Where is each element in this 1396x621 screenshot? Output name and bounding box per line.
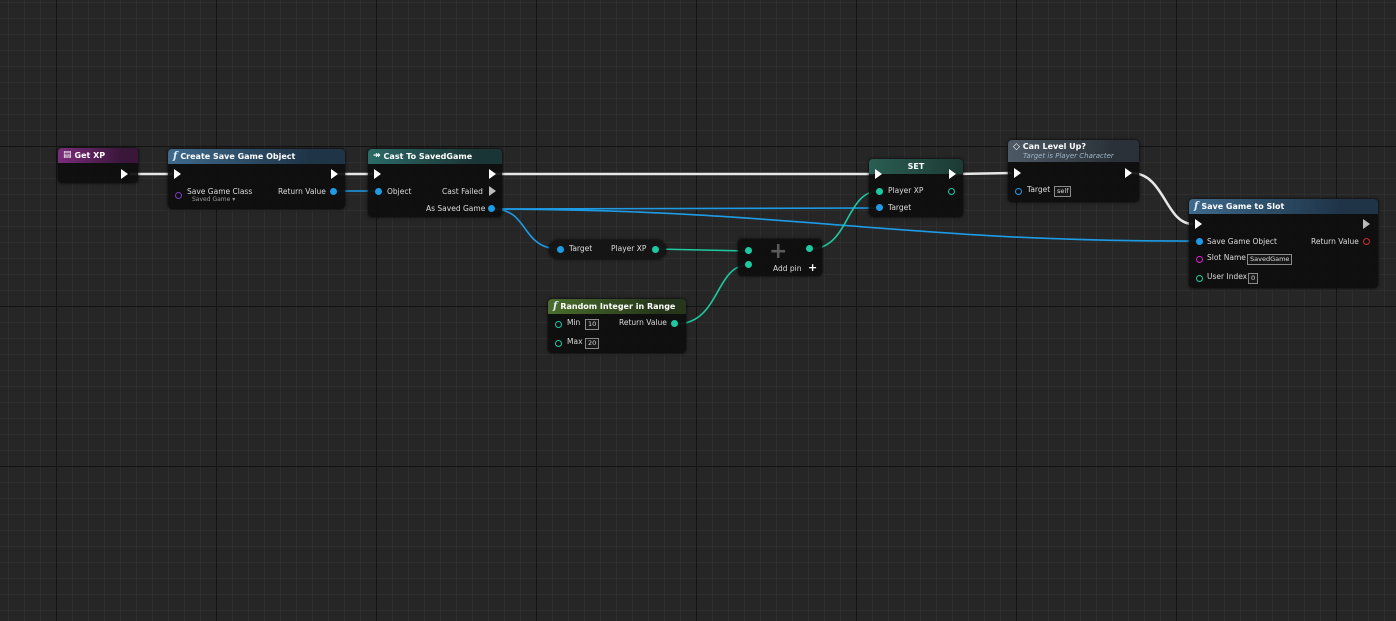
set-player-xp-node[interactable]: SET Player XP Target: [869, 159, 963, 217]
exec-out-pin[interactable]: [121, 169, 128, 179]
save-game-to-slot-node[interactable]: f Save Game to Slot Save Game Object Ret…: [1189, 199, 1378, 288]
min-input[interactable]: 10: [585, 319, 600, 330]
node-header: f Random Integer in Range: [548, 299, 686, 314]
add-pin-icon[interactable]: +: [808, 261, 817, 274]
exec-out-pin[interactable]: [1125, 168, 1132, 178]
object-wire: [492, 208, 1199, 242]
min-pin[interactable]: [555, 321, 562, 328]
function-icon: f: [1194, 201, 1199, 212]
cast-failed-pin[interactable]: [489, 186, 496, 196]
node-title: Save Game to Slot: [1201, 202, 1285, 211]
target-pin[interactable]: [876, 204, 883, 211]
node-subtitle: Target is Player Character: [1023, 152, 1114, 160]
exec-wire: [1130, 171, 1194, 226]
exec-in-pin[interactable]: [1195, 219, 1202, 229]
integer-wire: [675, 264, 749, 325]
return-value-pin[interactable]: [330, 188, 337, 195]
diamond-icon: ◇: [1013, 142, 1020, 152]
result-pin[interactable]: [806, 245, 813, 252]
cast-failed-label: Cast Failed: [442, 187, 483, 196]
target-label: Target: [569, 244, 593, 253]
create-save-game-object-node[interactable]: f Create Save Game Object Save Game Clas…: [168, 149, 345, 209]
target-input[interactable]: self: [1054, 186, 1072, 197]
exec-in-pin[interactable]: [1014, 168, 1021, 178]
max-label: Max: [567, 337, 583, 346]
function-icon: f: [173, 151, 178, 162]
integer-wire: [655, 248, 749, 252]
user-index-label: User Index: [1207, 272, 1248, 281]
b-pin[interactable]: [745, 261, 752, 268]
player-xp-out-pin[interactable]: [948, 188, 955, 195]
exec-in-pin[interactable]: [374, 169, 381, 179]
get-xp-node[interactable]: ▤ Get XP: [58, 148, 138, 183]
exec-wire: [955, 171, 1013, 176]
node-header: f Create Save Game Object: [168, 149, 345, 164]
user-index-input[interactable]: 0: [1248, 273, 1259, 284]
node-header: f Save Game to Slot: [1189, 199, 1378, 214]
node-header: ◇ Can Level Up? Target is Player Charact…: [1008, 140, 1139, 162]
slot-name-label: Slot Name: [1207, 253, 1246, 262]
return-value-label: Return Value: [619, 318, 667, 327]
save-game-object-pin[interactable]: [1196, 238, 1203, 245]
return-value-label: Return Value: [278, 187, 326, 196]
save-game-class-label: Save Game Class: [187, 187, 253, 196]
node-title: Can Level Up?: [1022, 142, 1087, 151]
player-xp-pin[interactable]: [876, 188, 883, 195]
node-header: ▤ Get XP: [58, 148, 138, 163]
user-index-pin[interactable]: [1196, 275, 1203, 282]
add-symbol: +: [769, 239, 788, 264]
cast-icon: ↠: [373, 151, 381, 161]
save-game-object-label: Save Game Object: [1207, 237, 1277, 246]
object-label: Object: [387, 187, 412, 196]
as-saved-game-label: As Saved Game: [426, 204, 486, 213]
player-xp-label: Player XP: [611, 244, 647, 253]
class-dropdown[interactable]: Saved Game ▾: [192, 196, 235, 203]
return-value-label: Return Value: [1311, 237, 1359, 246]
exec-out-pin[interactable]: [1363, 219, 1370, 229]
player-xp-getter-node[interactable]: Target Player XP: [549, 240, 666, 259]
save-game-class-pin[interactable]: [175, 192, 182, 199]
node-title: Create Save Game Object: [180, 152, 296, 161]
player-xp-pin[interactable]: [652, 246, 659, 253]
target-pin[interactable]: [1015, 188, 1022, 195]
event-icon: ▤: [63, 150, 72, 160]
max-pin[interactable]: [555, 340, 562, 347]
exec-out-pin[interactable]: [331, 169, 338, 179]
min-label: Min: [567, 318, 581, 327]
player-xp-label: Player XP: [888, 186, 924, 195]
wire-layer: [130, 171, 1199, 325]
target-pin[interactable]: [557, 246, 564, 253]
function-icon: f: [553, 301, 558, 312]
exec-in-pin[interactable]: [875, 169, 882, 179]
exec-out-pin[interactable]: [949, 169, 956, 179]
cast-to-savedgame-node[interactable]: ↠ Cast To SavedGame Object Cast Failed A…: [368, 149, 502, 217]
target-label: Target: [888, 203, 912, 212]
slot-name-pin[interactable]: [1196, 256, 1203, 263]
node-title: Get XP: [74, 151, 106, 160]
random-integer-node[interactable]: f Random Integer in Range Min 10 Return …: [548, 299, 686, 353]
a-pin[interactable]: [745, 247, 752, 254]
exec-in-pin[interactable]: [174, 169, 181, 179]
can-level-up-node[interactable]: ◇ Can Level Up? Target is Player Charact…: [1008, 140, 1139, 202]
node-title: Random Integer in Range: [560, 302, 676, 311]
as-saved-game-pin[interactable]: [488, 205, 495, 212]
node-title: Cast To SavedGame: [383, 152, 473, 161]
add-pin-label: Add pin: [773, 264, 802, 273]
target-label: Target: [1027, 185, 1051, 194]
exec-out-pin[interactable]: [489, 169, 496, 179]
slot-name-input[interactable]: SavedGame: [1247, 254, 1293, 265]
max-input[interactable]: 20: [585, 338, 600, 349]
return-value-pin[interactable]: [1363, 238, 1370, 245]
add-node[interactable]: + Add pin +: [738, 239, 822, 276]
node-header: ↠ Cast To SavedGame: [368, 149, 502, 164]
node-title: SET: [907, 162, 925, 171]
return-value-pin[interactable]: [671, 320, 678, 327]
object-pin[interactable]: [375, 188, 382, 195]
